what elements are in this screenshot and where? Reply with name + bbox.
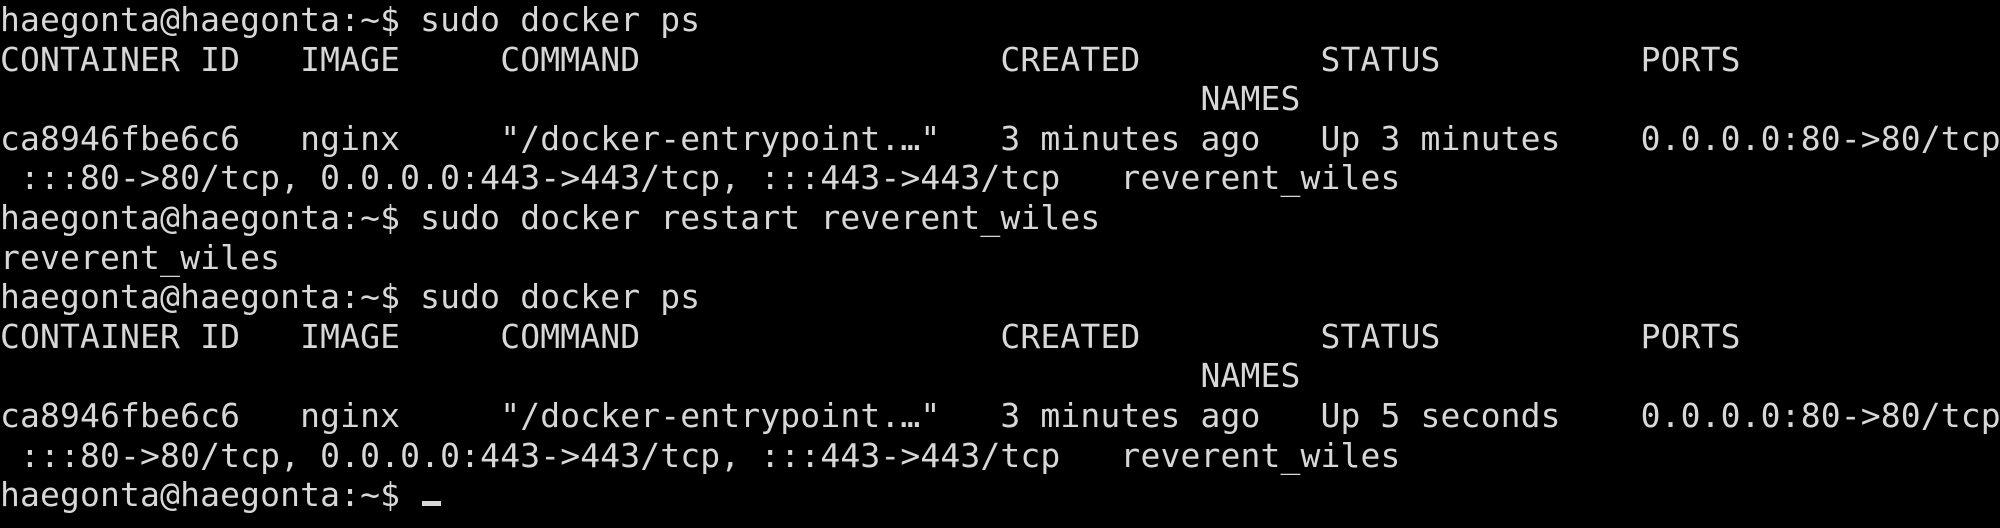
terminal-prompt: haegonta@haegonta:~$ [0,475,421,515]
docker-ps-header-2: CONTAINER ID IMAGE COMMAND CREATED STATU… [0,316,1741,356]
docker-ps-row-1: ca8946fbe6c6 nginx "/docker-entrypoint.…… [0,118,2000,158]
docker-ps-row-2: ca8946fbe6c6 nginx "/docker-entrypoint.…… [0,395,2000,435]
terminal-line-prompt-3: haegonta@haegonta:~$ sudo docker ps [0,277,701,317]
terminal-cursor [422,501,442,507]
terminal-window[interactable]: haegonta@haegonta:~$ sudo docker ps CONT… [0,0,2000,528]
terminal-line-prompt-2: haegonta@haegonta:~$ sudo docker restart… [0,197,1101,237]
docker-ps-row-2-continued: :::80->80/tcp, 0.0.0.0:443->443/tcp, :::… [0,435,1401,475]
docker-ps-row-1-continued: :::80->80/tcp, 0.0.0.0:443->443/tcp, :::… [0,158,1401,198]
restart-output: reverent_wiles [0,237,281,277]
docker-ps-header-1: CONTAINER ID IMAGE COMMAND CREATED STATU… [0,39,1741,79]
terminal-line-prompt-1: haegonta@haegonta:~$ sudo docker ps [0,0,701,39]
docker-ps-header-names-2: NAMES [0,356,1301,396]
terminal-current-prompt-line[interactable]: haegonta@haegonta:~$ [0,475,2000,515]
docker-ps-header-names-1: NAMES [0,79,1301,119]
